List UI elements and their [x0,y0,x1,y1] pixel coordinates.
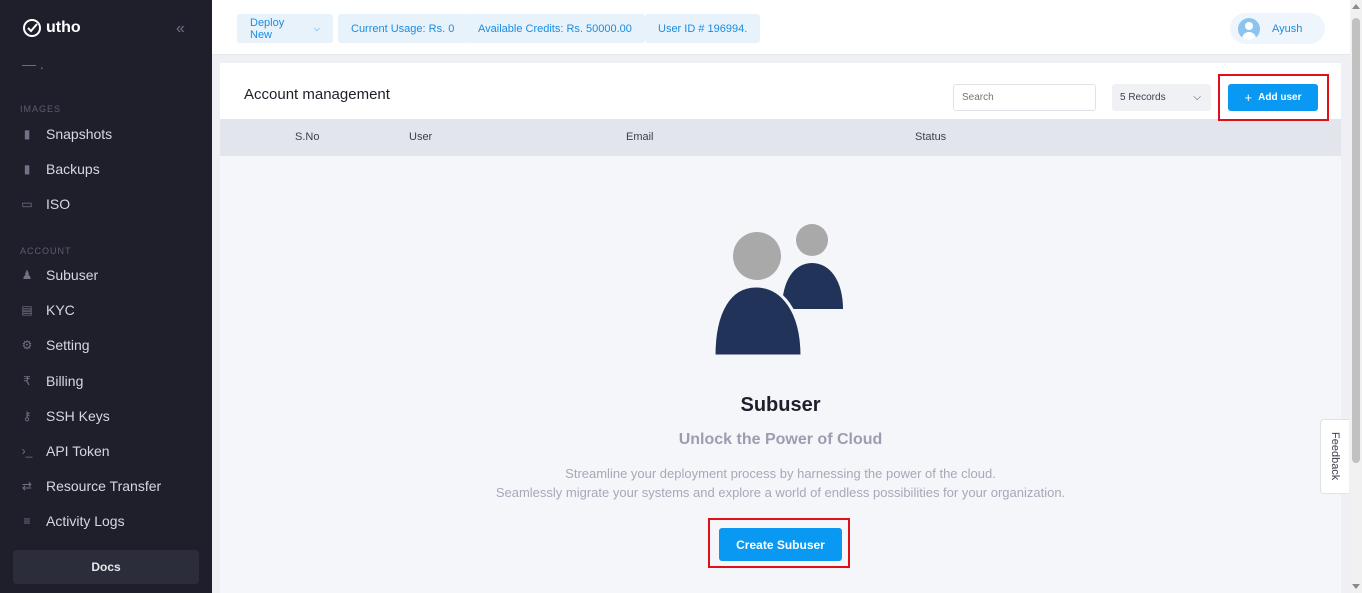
description-line: Seamlessly migrate your systems and expl… [495,485,1066,500]
table-header: S.No User Email Status [220,119,1341,156]
search-input[interactable] [953,84,1096,111]
column-header-sno: S.No [295,131,320,143]
sidebar-item-resource-transfer[interactable]: ⇄ Resource Transfer [20,474,161,498]
section-account-label: ACCOUNT [20,246,72,256]
section-images-label: IMAGES [20,104,62,114]
sidebar-item-label: ISO [46,196,71,212]
terminal-icon: ›_ [21,444,33,458]
iso-icon: ▭ [21,197,33,211]
sidebar-item-billing[interactable]: ₹ Billing [20,369,83,393]
current-usage-badge: Current Usage: Rs. 0 [338,14,468,43]
logo-icon [23,19,41,37]
chevron-down-icon: ⌵ [1193,92,1201,103]
feedback-label: Feedback [1329,432,1341,481]
sidebar-item-subuser[interactable]: ♟ Subuser [20,263,99,287]
card-header: Account management 5 Records ⌵ + Add use… [220,63,1341,119]
create-subuser-highlight-box [708,518,850,568]
sidebar-item-iso[interactable]: ▭ ISO [20,192,70,216]
deploy-new-dropdown[interactable]: Deploy New ⌵ [237,14,333,43]
sidebar-item-snapshots[interactable]: ▮ Snapshots [20,122,112,146]
sidebar-item-backups[interactable]: ▮ Backups [20,157,100,181]
add-user-highlight-box [1218,74,1329,121]
sidebar-item-label: Resource Transfer [46,478,162,494]
column-header-user: User [409,131,433,143]
column-header-status: Status [915,131,947,143]
deploy-new-label: Deploy New [250,16,285,41]
avatar [1238,17,1260,40]
sidebar-item-label: Setting [46,337,90,353]
user-menu[interactable]: Ayush [1230,13,1325,44]
page-title: Account management [244,86,390,103]
column-header-email: Email [626,131,654,143]
sidebar-item-api-token[interactable]: ›_ API Token [20,439,110,463]
user-id-badge: User ID # 196994. [645,14,761,43]
collapse-sidebar-icon[interactable]: « [176,20,185,38]
sidebar-item-activity-logs[interactable]: ≡ Activity Logs [20,509,125,533]
sidebar-item-label: SSH Keys [46,408,110,424]
sidebar-item-label: KYC [46,302,75,318]
empty-state-description: Streamline your deployment process by ha… [220,464,1341,502]
key-icon: ⚷ [22,409,32,423]
sidebar-item-label: Activity Logs [46,513,125,529]
records-select[interactable]: 5 Records ⌵ [1112,84,1211,111]
snapshot-icon: ▮ [23,127,31,141]
subuser-icon: ♟ [21,268,33,282]
sidebar-item-label: Subuser [46,267,99,283]
page-scrollbar[interactable] [1350,0,1362,593]
chevron-down-icon: ⌵ [313,23,320,33]
logs-icon: ≡ [23,514,31,528]
sidebar-item-kyc[interactable]: ▤ KYC [20,298,75,322]
rupee-icon: ₹ [23,374,31,388]
sidebar-item-label: API Token [46,443,110,459]
backup-icon: ▮ [23,162,31,176]
scrollbar-thumb[interactable] [1352,18,1360,463]
top-bar: Deploy New ⌵ Current Usage: Rs. 0 Availa… [212,0,1350,55]
sidebar-item-label: Billing [46,373,84,389]
empty-state-subtitle: Unlock the Power of Cloud [678,431,883,448]
scroll-down-icon[interactable] [1352,584,1360,589]
sidebar-item-ssh-keys[interactable]: ⚷ SSH Keys [20,404,110,428]
partial-nav-item: — . [22,56,44,72]
brand-name: utho [46,19,81,36]
transfer-icon: ⇄ [21,479,33,493]
subusers-illustration [712,224,843,358]
sidebar-item-setting[interactable]: ⚙ Setting [20,333,90,357]
feedback-tab[interactable]: Feedback [1320,419,1349,494]
brand-logo[interactable]: utho [22,18,81,38]
sidebar-item-label: Backups [46,161,100,177]
kyc-icon: ▤ [21,303,33,317]
docs-button[interactable]: Docs [13,550,199,584]
empty-state-title: Subuser [740,394,821,416]
sidebar-item-label: Snapshots [46,126,113,142]
records-label: 5 Records [1120,92,1166,103]
description-line: Streamline your deployment process by ha… [565,466,996,481]
account-management-card: Account management 5 Records ⌵ + Add use… [220,63,1341,593]
gear-icon: ⚙ [21,338,33,352]
scroll-up-icon[interactable] [1352,4,1360,9]
available-credits-badge: Available Credits: Rs. 50000.00 [465,14,645,43]
sidebar: utho « — . IMAGES ▮ Snapshots ▮ Backups … [0,0,212,593]
user-name: Ayush [1272,22,1303,35]
